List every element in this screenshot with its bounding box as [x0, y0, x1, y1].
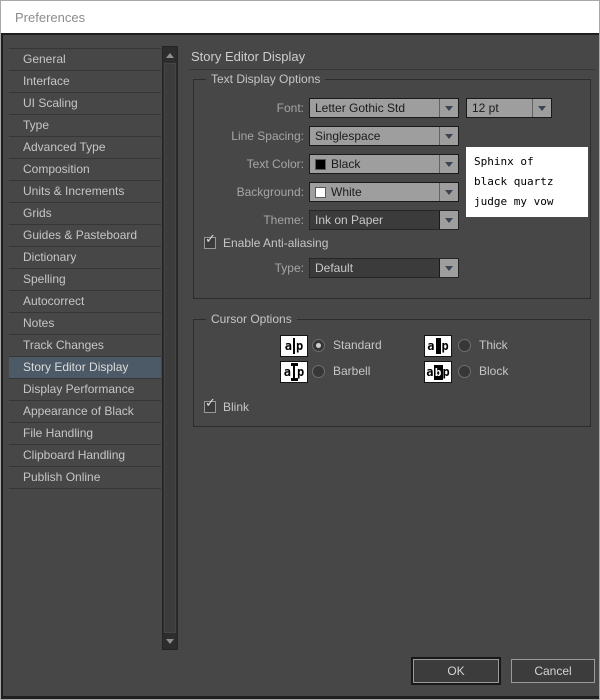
radio-icon [312, 339, 325, 352]
group-legend: Cursor Options [206, 312, 297, 326]
window-title: Preferences [15, 10, 85, 25]
sidebar-scrollbar[interactable] [162, 46, 178, 650]
blink-checkbox[interactable]: ✓ Blink [204, 400, 249, 414]
black-color-swatch [315, 159, 326, 170]
sidebar-item-publish-online[interactable]: Publish Online [9, 467, 161, 489]
radio-standard-label: Standard [333, 338, 382, 352]
type-label: Type: [194, 258, 304, 278]
cursor-options-group: Cursor Options a p Standard a p Thick [193, 319, 591, 427]
standard-cursor-preview-icon: a p [280, 335, 308, 357]
sidebar-item-spelling[interactable]: Spelling [9, 269, 161, 291]
sidebar-item-autocorrect[interactable]: Autocorrect [9, 291, 161, 313]
preview-line: judge my vow [474, 192, 588, 212]
enable-antialiasing-label: Enable Anti-aliasing [223, 236, 328, 250]
preferences-window: Preferences General Interface UI Scaling… [0, 0, 600, 700]
enable-antialiasing-checkbox[interactable]: ✓ Enable Anti-aliasing [204, 236, 328, 250]
sidebar-item-guides-pasteboard[interactable]: Guides & Pasteboard [9, 225, 161, 247]
theme-label: Theme: [194, 210, 304, 230]
dropdown-arrow-icon[interactable] [439, 183, 458, 201]
antialias-type-select[interactable]: Default [309, 258, 459, 278]
sidebar-item-dictionary[interactable]: Dictionary [9, 247, 161, 269]
sidebar-item-clipboard-handling[interactable]: Clipboard Handling [9, 445, 161, 467]
font-size-select[interactable]: 12 pt [466, 98, 552, 118]
font-label: Font: [194, 98, 304, 118]
radio-barbell[interactable]: Barbell [312, 364, 370, 378]
sidebar-item-ui-scaling[interactable]: UI Scaling [9, 93, 161, 115]
checkbox-icon: ✓ [204, 237, 216, 249]
radio-thick-label: Thick [479, 338, 508, 352]
text-color-select[interactable]: Black [309, 154, 459, 174]
text-color-label: Text Color: [194, 154, 304, 174]
blink-label: Blink [223, 400, 249, 414]
radio-standard[interactable]: Standard [312, 338, 382, 352]
radio-icon [458, 365, 471, 378]
preview-line: Sphinx of [474, 152, 588, 172]
thick-cursor-preview-icon: a p [424, 335, 452, 357]
dropdown-arrow-icon[interactable] [439, 259, 458, 277]
sidebar-item-notes[interactable]: Notes [9, 313, 161, 335]
background-select[interactable]: White [309, 182, 459, 202]
sidebar-item-grids[interactable]: Grids [9, 203, 161, 225]
sidebar-item-story-editor-display[interactable]: Story Editor Display [9, 357, 161, 379]
preview-line: black quartz [474, 172, 588, 192]
sidebar-item-track-changes[interactable]: Track Changes [9, 335, 161, 357]
sidebar-item-composition[interactable]: Composition [9, 159, 161, 181]
title-bar: Preferences [1, 1, 599, 33]
font-select-value: Letter Gothic Std [310, 99, 439, 117]
dropdown-arrow-icon[interactable] [532, 99, 551, 117]
background-label: Background: [194, 182, 304, 202]
dropdown-arrow-icon[interactable] [439, 99, 458, 117]
block-cursor-preview-icon: a b p [424, 361, 452, 383]
radio-block[interactable]: Block [458, 364, 508, 378]
scroll-down-icon[interactable] [163, 634, 177, 648]
cancel-button[interactable]: Cancel [511, 659, 595, 683]
text-display-options-group: Text Display Options Font: Letter Gothic… [193, 79, 591, 299]
scrollbar-thumb[interactable] [164, 63, 176, 633]
white-color-swatch [315, 187, 326, 198]
sidebar-item-type[interactable]: Type [9, 115, 161, 137]
theme-value: Ink on Paper [310, 211, 439, 229]
font-size-value: 12 pt [467, 99, 532, 117]
group-legend: Text Display Options [206, 72, 325, 86]
background-value: White [331, 183, 362, 201]
radio-thick[interactable]: Thick [458, 338, 508, 352]
radio-icon [312, 365, 325, 378]
category-sidebar: General Interface UI Scaling Type Advanc… [9, 48, 161, 489]
radio-block-label: Block [479, 364, 508, 378]
sidebar-item-interface[interactable]: Interface [9, 71, 161, 93]
antialias-type-value: Default [310, 259, 439, 277]
sidebar-item-display-performance[interactable]: Display Performance [9, 379, 161, 401]
text-color-value: Black [331, 155, 360, 173]
dialog-body: General Interface UI Scaling Type Advanc… [1, 33, 600, 700]
radio-icon [458, 339, 471, 352]
line-spacing-value: Singlespace [310, 127, 439, 145]
ok-button[interactable]: OK [413, 659, 499, 683]
text-preview: Sphinx of black quartz judge my vow [466, 147, 588, 217]
dropdown-arrow-icon[interactable] [439, 211, 458, 229]
page-title: Story Editor Display [191, 49, 305, 64]
line-spacing-label: Line Spacing: [194, 126, 304, 146]
theme-select[interactable]: Ink on Paper [309, 210, 459, 230]
radio-barbell-label: Barbell [333, 364, 370, 378]
dropdown-arrow-icon[interactable] [439, 155, 458, 173]
barbell-cursor-preview-icon: a p [280, 361, 308, 383]
dropdown-arrow-icon[interactable] [439, 127, 458, 145]
sidebar-item-general[interactable]: General [9, 49, 161, 71]
scroll-up-icon[interactable] [163, 48, 177, 62]
sidebar-item-advanced-type[interactable]: Advanced Type [9, 137, 161, 159]
heading-divider [189, 69, 595, 70]
sidebar-item-units-increments[interactable]: Units & Increments [9, 181, 161, 203]
sidebar-item-appearance-of-black[interactable]: Appearance of Black [9, 401, 161, 423]
font-select[interactable]: Letter Gothic Std [309, 98, 459, 118]
line-spacing-select[interactable]: Singlespace [309, 126, 459, 146]
sidebar-item-file-handling[interactable]: File Handling [9, 423, 161, 445]
checkbox-icon: ✓ [204, 401, 216, 413]
